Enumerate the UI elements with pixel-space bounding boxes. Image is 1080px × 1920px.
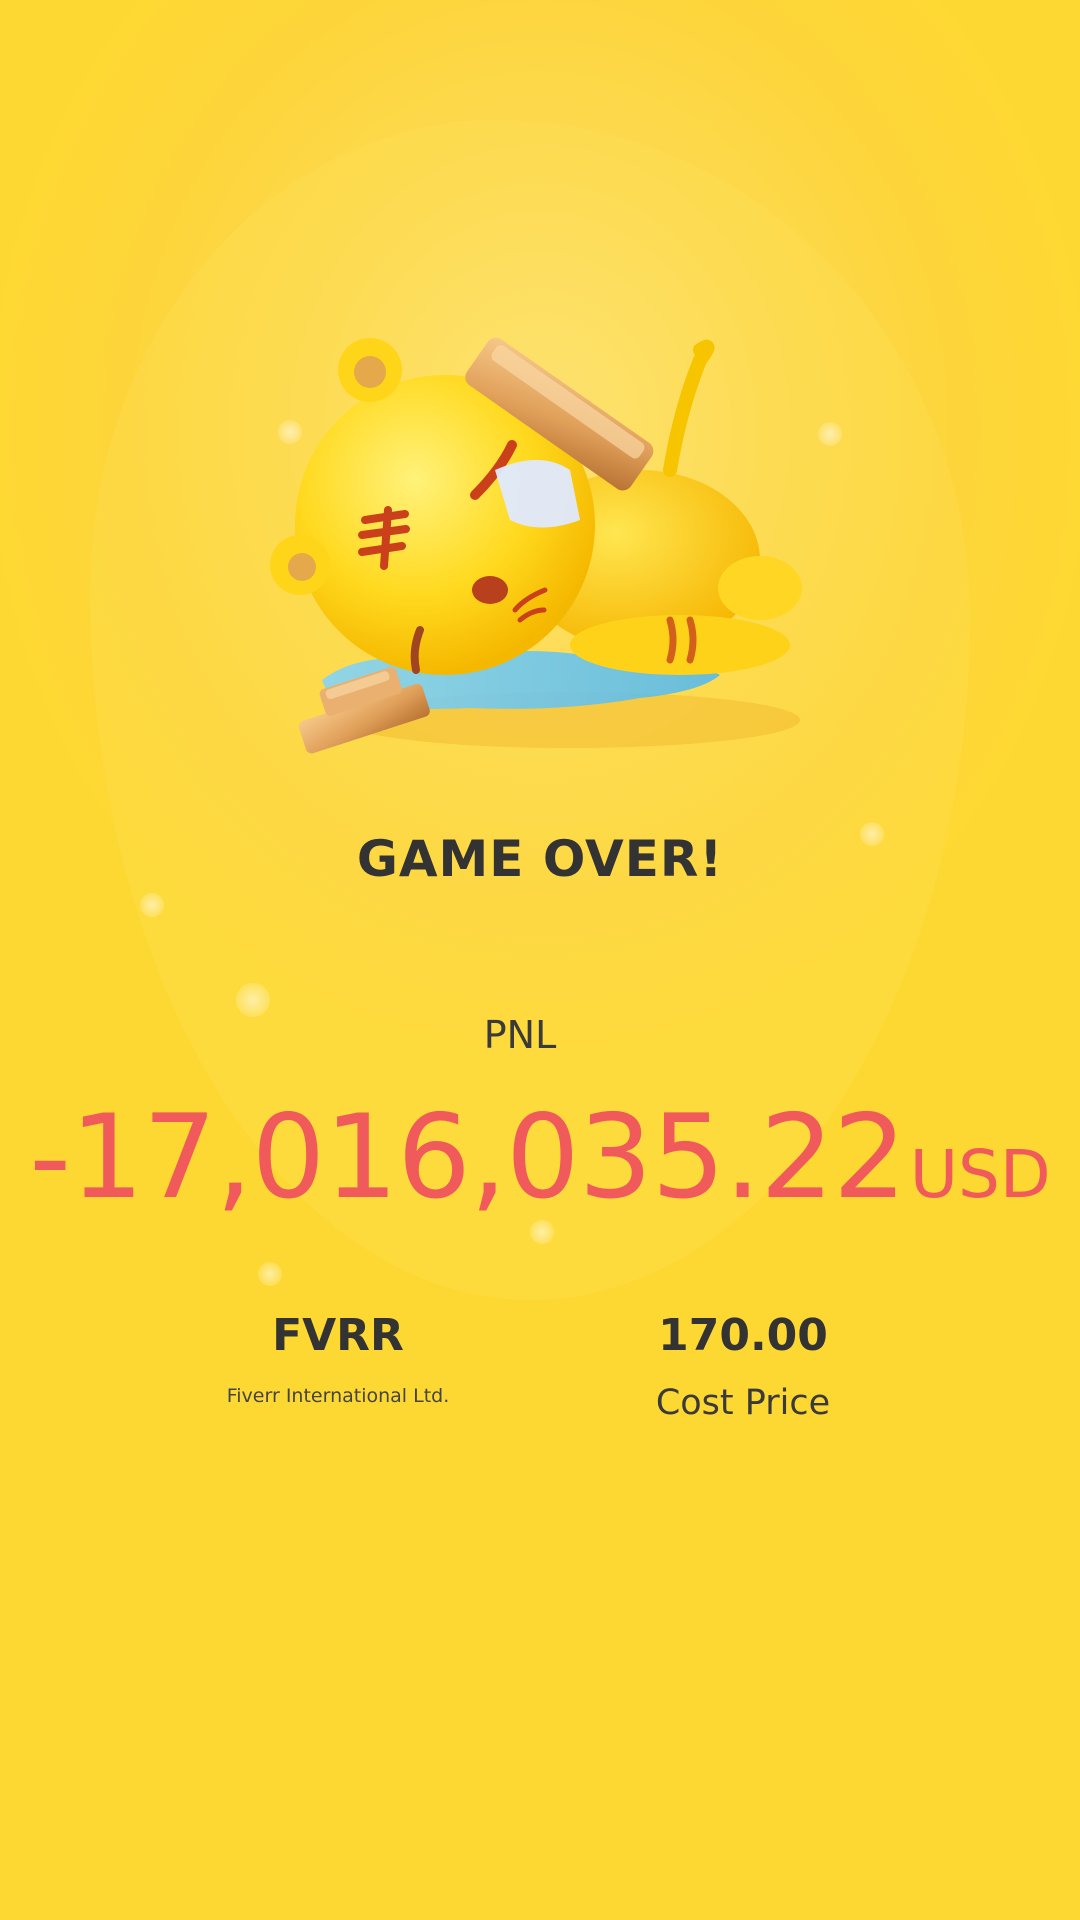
- sparkle-decoration: [140, 893, 164, 917]
- sparkle-decoration: [258, 1262, 282, 1286]
- pnl-label: PNL: [483, 1013, 557, 1057]
- cost-price-value: 170.00: [658, 1310, 828, 1361]
- cost-info: 170.00 Cost Price: [533, 1310, 953, 1423]
- stock-name: Fiverr International Ltd.: [226, 1385, 450, 1407]
- stock-ticker: FVRR: [272, 1310, 404, 1361]
- cost-price-label: Cost Price: [655, 1383, 831, 1423]
- pnl-amount: -17,016,035.22: [29, 1090, 907, 1225]
- pnl-currency: USD: [909, 1136, 1051, 1213]
- pnl-value: -17,016,035.22USD: [0, 1090, 1080, 1225]
- stock-info: FVRR Fiverr International Ltd.: [128, 1310, 548, 1407]
- sparkle-decoration: [236, 983, 270, 1017]
- game-over-title: GAME OVER!: [356, 830, 724, 888]
- crying-tiger-illustration: [270, 337, 802, 754]
